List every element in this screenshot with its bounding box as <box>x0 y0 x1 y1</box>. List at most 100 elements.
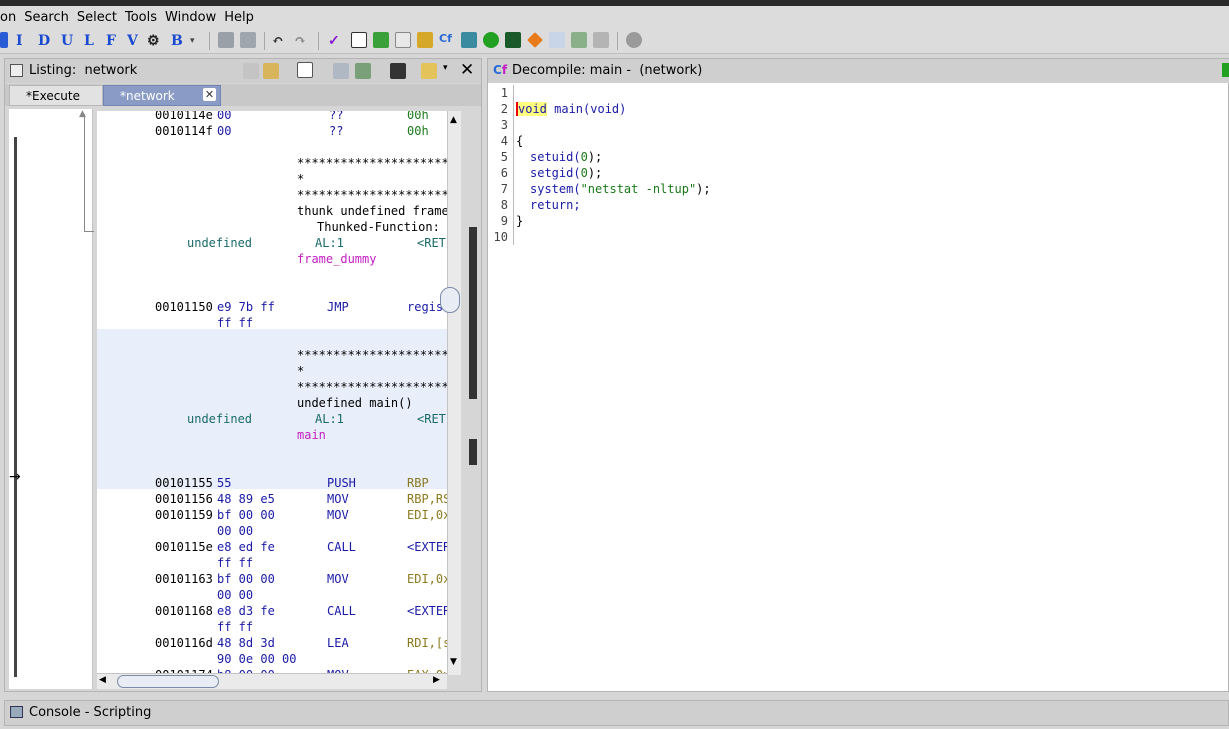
return-storage: AL:1 <box>315 412 344 426</box>
line-number: 8 <box>500 198 508 212</box>
table-row[interactable]: 0010116d <box>155 635 213 651</box>
row-mnemonic: MOV <box>327 572 349 586</box>
gear-icon[interactable]: ⚙ <box>147 32 160 50</box>
menu-item-tools[interactable]: Tools <box>121 10 161 25</box>
function-button[interactable]: F <box>106 32 116 50</box>
row-bytes: 90 0e 00 00 <box>217 652 297 666</box>
listing-vertical-scrollbar[interactable]: ▲ ▼ <box>440 111 461 675</box>
table-row[interactable]: 0010115e <box>155 539 213 555</box>
cursor-select-icon[interactable] <box>297 62 313 78</box>
row-bytes: 48 89 e5 <box>217 492 275 506</box>
chevron-down-icon[interactable]: ▾ <box>443 63 448 73</box>
return-storage: AL:1 <box>315 236 344 250</box>
tree-icon[interactable] <box>593 32 609 48</box>
memory-map-icon[interactable] <box>351 32 367 48</box>
listing-horizontal-scrollbar[interactable]: ◀ ▶ <box>97 673 447 689</box>
menu-item-partial[interactable]: on <box>0 10 20 25</box>
arrow-up-icon[interactable]: ▲ <box>450 115 457 125</box>
function-graph-icon[interactable] <box>461 32 477 48</box>
table-row[interactable]: 00101168 <box>155 603 213 619</box>
copy-icon[interactable] <box>243 63 259 79</box>
decompiler-icon[interactable]: Cf <box>439 32 455 48</box>
play-icon[interactable] <box>483 32 499 48</box>
row-bytes: bf 00 00 <box>217 508 275 522</box>
code-line-system[interactable]: system("netstat -nltup"); <box>530 181 711 197</box>
close-brace: } <box>516 214 524 228</box>
keyword-void[interactable]: void <box>516 102 547 116</box>
export-icon[interactable] <box>571 32 587 48</box>
menu-item-select[interactable]: Select <box>73 10 121 25</box>
call-setuid[interactable]: setuid( <box>530 150 581 164</box>
tab-execute[interactable]: *Execute <box>9 85 103 106</box>
scroll-thumb[interactable] <box>440 287 460 313</box>
table-row[interactable]: 00101163 <box>155 571 213 587</box>
return-label: <RET <box>417 236 446 250</box>
undefined-button[interactable]: U <box>61 32 73 50</box>
variable-button[interactable]: V <box>127 32 138 50</box>
menu-item-help[interactable]: Help <box>220 10 258 25</box>
row-mnemonic: PUSH <box>327 476 356 490</box>
literal-zero: 0 <box>580 150 588 164</box>
thunk-signature[interactable]: thunk undefined frame_ <box>297 203 447 219</box>
paste-special-icon[interactable] <box>240 32 256 48</box>
chevron-down-icon[interactable]: ▾ <box>190 32 195 50</box>
arrow-left-icon[interactable]: ◀ <box>99 675 106 685</box>
table-row[interactable]: 0010114e <box>155 111 213 123</box>
snapshot-icon[interactable] <box>390 63 406 79</box>
call-system[interactable]: system( <box>530 182 581 196</box>
refresh-icon[interactable] <box>1222 63 1229 77</box>
listing-view[interactable]: 0010114e 00 ?? 00h 0010114f 00 ?? 00h **… <box>97 111 447 675</box>
console-panel[interactable]: Console - Scripting <box>4 700 1229 726</box>
table-row[interactable]: 00101159 <box>155 507 213 523</box>
code-line-setgid[interactable]: setgid(0); <box>530 165 602 181</box>
table-row[interactable]: 00101150 <box>155 299 213 315</box>
arrow-down-icon[interactable]: ▼ <box>450 657 457 667</box>
checkmark-icon[interactable]: ✓ <box>328 32 340 50</box>
row-bytes: ff ff <box>217 316 254 330</box>
diff-icon[interactable] <box>355 63 371 79</box>
tab-network[interactable]: *network ✕ <box>103 85 221 106</box>
row-mnemonic: LEA <box>327 636 349 650</box>
scroll-thumb[interactable] <box>117 675 219 688</box>
undo-icon[interactable]: ↶ <box>272 32 284 50</box>
function-label[interactable]: main <box>297 427 326 443</box>
arrow-down-icon[interactable] <box>0 32 8 48</box>
table-row[interactable]: 0010114f <box>155 123 213 139</box>
disassemble-button[interactable]: I <box>16 32 23 50</box>
help-icon[interactable] <box>626 32 642 48</box>
code-line-setuid[interactable]: setuid(0); <box>530 149 602 165</box>
paste-icon[interactable] <box>263 63 279 79</box>
function-label[interactable]: frame_dummy <box>297 251 376 267</box>
define-data-button[interactable]: D <box>38 32 50 50</box>
bookmark-button[interactable]: B <box>171 32 183 50</box>
redo-icon[interactable]: ↷ <box>294 32 306 50</box>
diamond-icon[interactable] <box>527 32 543 48</box>
decompile-code-view[interactable]: 1 2 3 4 5 6 7 8 9 10 void main(void) { s… <box>488 85 1229 691</box>
copy-special-icon[interactable] <box>218 32 234 48</box>
bookmark-icon[interactable] <box>421 63 437 79</box>
overview-bar[interactable] <box>467 111 479 675</box>
field-layout-icon[interactable] <box>333 63 349 79</box>
folder-icon[interactable] <box>417 32 433 48</box>
table-row[interactable]: 00101156 <box>155 491 213 507</box>
main-signature[interactable]: undefined main() <box>297 395 413 411</box>
arrow-right-icon[interactable]: ▶ <box>433 675 440 685</box>
close-icon[interactable]: ✕ <box>460 60 474 80</box>
menu-item-search[interactable]: Search <box>20 10 73 25</box>
label-button[interactable]: L <box>84 32 94 50</box>
row-mnemonic: ?? <box>329 124 344 138</box>
function-signature[interactable]: main(void) <box>547 102 626 116</box>
grid-icon[interactable] <box>549 32 565 48</box>
terminal-icon[interactable] <box>505 32 521 48</box>
refresh-icon[interactable] <box>373 32 389 48</box>
code-line-return[interactable]: return; <box>530 197 581 213</box>
row-operand: 00h <box>407 124 429 138</box>
table-icon[interactable] <box>395 32 411 48</box>
menu-item-window[interactable]: Window <box>161 10 220 25</box>
row-mnemonic: MOV <box>327 508 349 522</box>
table-row[interactable]: 00101155 <box>155 475 213 491</box>
close-icon[interactable]: ✕ <box>203 88 216 101</box>
code-line-signature[interactable]: void main(void) <box>516 101 626 117</box>
call-setgid[interactable]: setgid( <box>530 166 581 180</box>
overview-marker <box>469 227 477 399</box>
